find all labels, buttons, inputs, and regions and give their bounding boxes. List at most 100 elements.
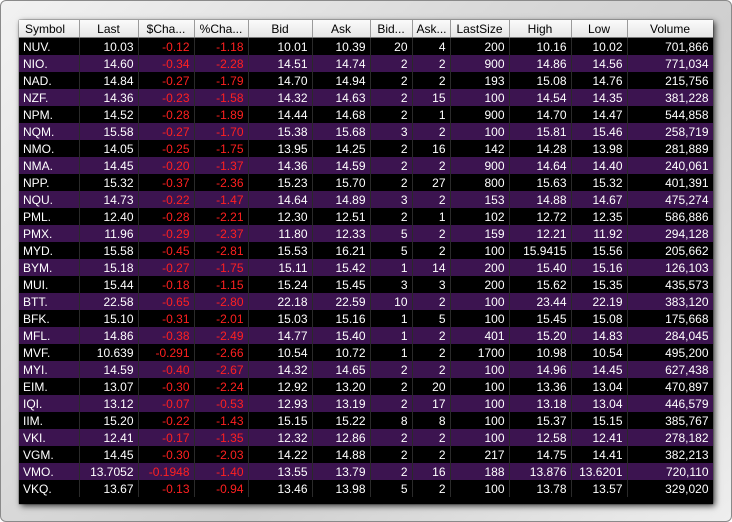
cell-high: 15.40 — [509, 259, 572, 276]
cell-low: 22.19 — [571, 293, 628, 310]
table-row[interactable]: BFK. 15.10 -0.31 -2.01 15.03 15.16 1 5 100 15.45 1… — [19, 310, 713, 327]
table-row[interactable]: IQI. 13.12 -0.07 -0.53 12.93 13.19 2 17 100 13.18… — [19, 395, 713, 412]
table-row[interactable]: MFL. 14.86 -0.38 -2.49 14.77 15.40 1 2 401 15.20 1… — [19, 327, 713, 344]
column-header-high[interactable]: High — [509, 20, 572, 38]
cell-last-size: 100 — [450, 242, 510, 259]
table-row[interactable]: BTT. 22.58 -0.65 -2.80 22.18 22.59 10 2 100 23.44… — [19, 293, 713, 310]
cell-dollar-change: -0.30 — [138, 446, 195, 463]
table-row[interactable]: NQM. 15.58 -0.27 -1.70 15.38 15.68 3 2 100 15.81 1… — [19, 123, 713, 140]
cell-percent-change: -1.75 — [194, 259, 249, 276]
cell-volume: 383,120 — [627, 293, 713, 310]
table-row[interactable]: NUV. 10.03 -0.12 -1.18 10.01 10.39 20 4 200 10.16… — [19, 37, 713, 55]
cell-percent-change: -2.37 — [194, 225, 249, 242]
column-header-ask[interactable]: Ask — [312, 20, 371, 38]
cell-last-size: 200 — [450, 276, 510, 293]
table-row[interactable]: BYM. 15.18 -0.27 -1.75 15.11 15.42 1 14 200 15.40… — [19, 259, 713, 276]
cell-low: 14.76 — [571, 72, 628, 89]
table-row[interactable]: VMO. 13.7052 -0.1948 -1.40 13.55 13.79 2 16 188 1… — [19, 463, 713, 480]
cell-high: 15.37 — [509, 412, 572, 429]
cell-last: 13.67 — [79, 480, 139, 497]
cell-percent-change: -2.67 — [194, 361, 249, 378]
table-row[interactable]: NQU. 14.73 -0.22 -1.47 14.64 14.89 3 2 153 14.88 1… — [19, 191, 713, 208]
cell-last: 11.96 — [79, 225, 139, 242]
column-header-dollar-change[interactable]: $Cha... — [138, 20, 195, 38]
table-row[interactable]: NIO. 14.60 -0.34 -2.28 14.51 14.74 2 2 900 14.86 1… — [19, 55, 713, 72]
table-row[interactable]: PML. 12.40 -0.28 -2.21 12.30 12.51 2 1 102 12.72 1… — [19, 208, 713, 225]
table-row[interactable]: MYD. 15.58 -0.45 -2.81 15.53 16.21 5 2 100 15.941… — [19, 242, 713, 259]
cell-bid-size: 5 — [370, 480, 413, 497]
cell-low: 15.32 — [571, 174, 628, 191]
cell-percent-change: -1.75 — [194, 140, 249, 157]
cell-percent-change: -2.81 — [194, 242, 249, 259]
column-header-low[interactable]: Low — [571, 20, 628, 38]
cell-dollar-change: -0.27 — [138, 72, 195, 89]
table-row[interactable]: MYI. 14.59 -0.40 -2.67 14.32 14.65 2 2 100 14.96 1… — [19, 361, 713, 378]
cell-last-size: 900 — [450, 106, 510, 123]
column-header-bid[interactable]: Bid — [248, 20, 313, 38]
table-row[interactable]: MUI. 15.44 -0.18 -1.15 15.24 15.45 3 3 200 15.62 1… — [19, 276, 713, 293]
cell-low: 14.41 — [571, 446, 628, 463]
table-row[interactable]: EIM. 13.07 -0.30 -2.24 12.92 13.20 2 20 100 13.36… — [19, 378, 713, 395]
table-row[interactable]: VKI. 12.41 -0.17 -1.35 12.32 12.86 2 2 100 12.58 1… — [19, 429, 713, 446]
cell-percent-change: -1.18 — [194, 37, 249, 55]
cell-bid-size: 2 — [370, 446, 413, 463]
cell-last: 10.03 — [79, 37, 139, 55]
cell-high: 13.36 — [509, 378, 572, 395]
cell-dollar-change: -0.20 — [138, 157, 195, 174]
cell-percent-change: -2.49 — [194, 327, 249, 344]
cell-percent-change: -1.79 — [194, 72, 249, 89]
cell-high: 13.78 — [509, 480, 572, 497]
table-row[interactable]: NMO. 14.05 -0.25 -1.75 13.95 14.25 2 16 142 14.28… — [19, 140, 713, 157]
cell-last-size: 200 — [450, 259, 510, 276]
cell-high: 10.16 — [509, 37, 572, 55]
column-header-bid-size[interactable]: Bid... — [370, 20, 413, 38]
cell-bid: 14.32 — [248, 361, 313, 378]
table-row[interactable]: VKQ. 13.67 -0.13 -0.94 13.46 13.98 5 2 100 13.78 1… — [19, 480, 713, 497]
cell-low: 10.02 — [571, 37, 628, 55]
table-row[interactable]: NAD. 14.84 -0.27 -1.79 14.70 14.94 2 2 193 15.08 1… — [19, 72, 713, 89]
cell-percent-change: -2.01 — [194, 310, 249, 327]
cell-dollar-change: -0.34 — [138, 55, 195, 72]
cell-ask: 14.74 — [312, 55, 371, 72]
table-row[interactable]: NMA. 14.45 -0.20 -1.37 14.36 14.59 2 2 900 14.64 1… — [19, 157, 713, 174]
cell-bid-size: 5 — [370, 242, 413, 259]
column-header-last-size[interactable]: LastSize — [450, 20, 510, 38]
table-row[interactable]: NZF. 14.36 -0.23 -1.58 14.32 14.63 2 15 100 14.54… — [19, 89, 713, 106]
cell-last-size: 401 — [450, 327, 510, 344]
table-row[interactable]: VGM. 14.45 -0.30 -2.03 14.22 14.88 2 2 217 14.75 1… — [19, 446, 713, 463]
table-row[interactable]: PMX. 11.96 -0.29 -2.37 11.80 12.33 5 2 159 12.21 1… — [19, 225, 713, 242]
cell-symbol: NMA. — [19, 157, 80, 174]
cell-dollar-change: -0.17 — [138, 429, 195, 446]
cell-last: 15.32 — [79, 174, 139, 191]
cell-percent-change: -0.53 — [194, 395, 249, 412]
cell-volume: 215,756 — [627, 72, 713, 89]
cell-low: 14.67 — [571, 191, 628, 208]
cell-bid-size: 3 — [370, 123, 413, 140]
cell-ask: 14.65 — [312, 361, 371, 378]
cell-high: 15.08 — [509, 72, 572, 89]
cell-ask-size: 16 — [412, 463, 451, 480]
column-header-volume[interactable]: Volume — [627, 20, 713, 38]
cell-dollar-change: -0.1948 — [138, 463, 195, 480]
table-row[interactable]: NPM. 14.52 -0.28 -1.89 14.44 14.68 2 1 900 14.70 1… — [19, 106, 713, 123]
column-header-symbol[interactable]: Symbol — [19, 20, 80, 38]
table-row[interactable]: MVF. 10.639 -0.291 -2.66 10.54 10.72 1 2 1700 10.… — [19, 344, 713, 361]
cell-low: 10.54 — [571, 344, 628, 361]
cell-bid-size: 2 — [370, 72, 413, 89]
cell-volume: 446,579 — [627, 395, 713, 412]
table-row[interactable]: NPP. 15.32 -0.37 -2.36 15.23 15.70 2 27 800 15.63… — [19, 174, 713, 191]
cell-percent-change: -1.15 — [194, 276, 249, 293]
cell-symbol: MUI. — [19, 276, 80, 293]
cell-ask-size: 14 — [412, 259, 451, 276]
cell-last-size: 217 — [450, 446, 510, 463]
cell-bid-size: 2 — [370, 378, 413, 395]
column-header-ask-size[interactable]: Ask... — [412, 20, 451, 38]
cell-ask: 15.42 — [312, 259, 371, 276]
column-header-last[interactable]: Last — [79, 20, 139, 38]
table-row[interactable]: IIM. 15.20 -0.22 -1.43 15.15 15.22 8 8 100 15.37 1… — [19, 412, 713, 429]
cell-dollar-change: -0.22 — [138, 191, 195, 208]
cell-dollar-change: -0.13 — [138, 480, 195, 497]
cell-symbol: VMO. — [19, 463, 80, 480]
column-header-percent-change[interactable]: %Cha... — [194, 20, 249, 38]
cell-volume: 401,391 — [627, 174, 713, 191]
